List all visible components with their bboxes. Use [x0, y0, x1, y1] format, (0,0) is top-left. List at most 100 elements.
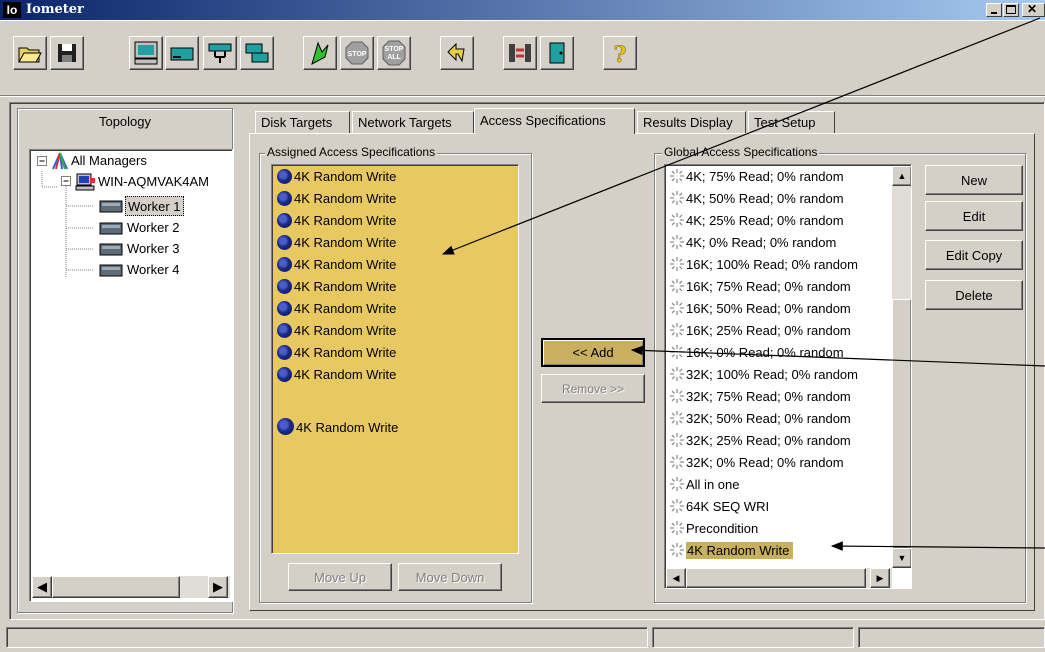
global-hscrollbar[interactable]: ◀ ▶	[666, 568, 892, 588]
remove-button[interactable]: Remove >>	[541, 374, 645, 403]
delete-spec-button[interactable]: Delete	[925, 280, 1023, 310]
tree-worker[interactable]: Worker 4	[127, 262, 180, 277]
scroll-up-button[interactable]: ▲	[892, 166, 911, 186]
start-tests-button[interactable]	[303, 36, 337, 70]
global-vscrollbar[interactable]: ▲ ▼	[892, 166, 911, 568]
list-item[interactable]: 4K; 0% Read; 0% random	[669, 232, 836, 254]
close-button[interactable]: ✕	[1022, 2, 1045, 17]
tab-test-setup[interactable]: Test Setup	[748, 111, 835, 133]
list-item[interactable]: 4K Random Write	[277, 320, 396, 342]
open-config-button[interactable]	[13, 36, 47, 70]
scroll-right-button[interactable]: ▶	[208, 576, 228, 598]
minimize-button[interactable]	[986, 3, 1002, 17]
list-item[interactable]: 4K Random Write	[277, 254, 396, 276]
scroll-thumb[interactable]	[892, 299, 911, 549]
list-item[interactable]: 16K; 100% Read; 0% random	[669, 254, 858, 276]
tree-worker-selected[interactable]: Worker 1	[125, 196, 184, 216]
scroll-down-button[interactable]: ▼	[892, 548, 911, 568]
access-spec-spark-icon	[669, 323, 686, 338]
access-spec-spark-icon	[669, 521, 686, 536]
list-item[interactable]: 4K Random Write	[277, 188, 396, 210]
list-item[interactable]: 32K; 25% Read; 0% random	[669, 430, 851, 452]
move-up-button[interactable]: Move Up	[288, 563, 392, 591]
list-item[interactable]: All in one	[669, 474, 739, 496]
topology-tree[interactable]: All Managers WIN-AQMVAK4AM Worker 1 Work…	[29, 149, 233, 602]
disconnect-button[interactable]	[503, 36, 537, 70]
access-spec-spark-icon	[669, 257, 686, 272]
access-spec-dot-icon	[277, 235, 292, 250]
list-item-selected[interactable]: 4K Random Write	[669, 540, 794, 562]
list-item[interactable]: 4K Random Write	[277, 232, 396, 254]
green-flag-icon	[311, 41, 329, 66]
access-spec-spark-icon	[669, 433, 686, 448]
help-question-icon: ?	[613, 42, 626, 66]
list-item[interactable]: 32K; 50% Read; 0% random	[669, 408, 851, 430]
app-icon: Io	[3, 2, 21, 18]
worker-disk-icon	[99, 264, 123, 277]
list-item[interactable]: 16K; 25% Read; 0% random	[669, 320, 851, 342]
exit-button[interactable]	[540, 36, 574, 70]
edit-copy-spec-button[interactable]: Edit Copy	[925, 240, 1023, 270]
tab-results-display[interactable]: Results Display	[637, 111, 746, 133]
title-bar[interactable]: Io Iometer ✕	[0, 0, 1045, 20]
status-pane-3	[858, 627, 1045, 648]
topology-hscrollbar[interactable]: ◀ ▶	[32, 576, 230, 598]
list-item[interactable]: 16K; 0% Read; 0% random	[669, 342, 844, 364]
move-down-button[interactable]: Move Down	[398, 563, 502, 591]
new-disk-worker-button[interactable]	[165, 36, 199, 70]
minimize-icon	[991, 12, 997, 14]
scroll-right-button[interactable]: ▶	[870, 568, 890, 588]
scroll-left-button[interactable]: ◀	[666, 568, 686, 588]
stop-all-button[interactable]: STOP ALL	[377, 36, 411, 70]
list-item[interactable]: 4K Random Write	[277, 342, 396, 364]
list-item[interactable]: 16K; 50% Read; 0% random	[669, 298, 851, 320]
tab-access-specifications[interactable]: Access Specifications	[474, 108, 635, 134]
list-item[interactable]: 4K; 50% Read; 0% random	[669, 188, 844, 210]
stop-button[interactable]: STOP	[340, 36, 374, 70]
list-item[interactable]: 16K; 75% Read; 0% random	[669, 276, 851, 298]
svg-text:ALL: ALL	[387, 54, 401, 61]
help-button[interactable]: ?	[603, 36, 637, 70]
toolbar-separator-hl	[0, 96, 1045, 97]
maximize-button[interactable]	[1003, 3, 1019, 17]
access-spec-spark-icon	[669, 169, 686, 184]
arrow-right-icon: ▶	[876, 572, 884, 583]
list-item[interactable]: 4K Random Write	[277, 364, 396, 386]
stop-sign-icon: STOP	[345, 41, 369, 65]
list-item[interactable]: 4K Random Write	[277, 166, 396, 188]
list-item[interactable]: 32K; 100% Read; 0% random	[669, 364, 858, 386]
add-button[interactable]: << Add	[541, 338, 645, 367]
window-title: Iometer	[26, 2, 84, 17]
list-item[interactable]: 4K Random Write	[277, 276, 396, 298]
tree-manager[interactable]: WIN-AQMVAK4AM	[98, 174, 209, 189]
start-display-button[interactable]	[129, 36, 163, 70]
assigned-list[interactable]: 4K Random Write 4K Random Write 4K Rando…	[271, 164, 519, 554]
global-list[interactable]: 4K; 75% Read; 0% random 4K; 50% Read; 0% …	[664, 164, 912, 589]
list-item[interactable]: 32K; 75% Read; 0% random	[669, 386, 851, 408]
assigned-label: Assigned Access Specifications	[265, 145, 438, 159]
list-item[interactable]: Precondition	[669, 518, 758, 540]
tree-all-managers[interactable]: All Managers	[71, 153, 147, 168]
tab-disk-targets[interactable]: Disk Targets	[255, 111, 350, 133]
tab-network-targets[interactable]: Network Targets	[352, 111, 474, 133]
list-item[interactable]: 4K; 25% Read; 0% random	[669, 210, 844, 232]
tree-worker[interactable]: Worker 3	[127, 241, 180, 256]
access-spec-spark-icon	[669, 301, 686, 316]
list-item[interactable]: 32K; 0% Read; 0% random	[669, 452, 844, 474]
svg-text:STOP: STOP	[348, 51, 367, 58]
scroll-left-button[interactable]: ◀	[32, 576, 52, 598]
save-config-button[interactable]	[50, 36, 84, 70]
list-item[interactable]: 4K Random Write	[277, 298, 396, 320]
reset-workers-button[interactable]	[440, 36, 474, 70]
scroll-thumb[interactable]	[52, 576, 180, 598]
new-network-worker-button[interactable]	[203, 36, 237, 70]
list-item[interactable]: 64K SEQ WRI	[669, 496, 769, 518]
edit-spec-button[interactable]: Edit	[925, 201, 1023, 231]
list-item[interactable]: 4K Random Write	[277, 417, 398, 439]
list-item[interactable]: 4K; 75% Read; 0% random	[669, 166, 844, 188]
tree-worker[interactable]: Worker 2	[127, 220, 180, 235]
list-item[interactable]: 4K Random Write	[277, 210, 396, 232]
scroll-thumb[interactable]	[686, 568, 866, 588]
duplicate-worker-button[interactable]	[240, 36, 274, 70]
new-spec-button[interactable]: New	[925, 165, 1023, 195]
